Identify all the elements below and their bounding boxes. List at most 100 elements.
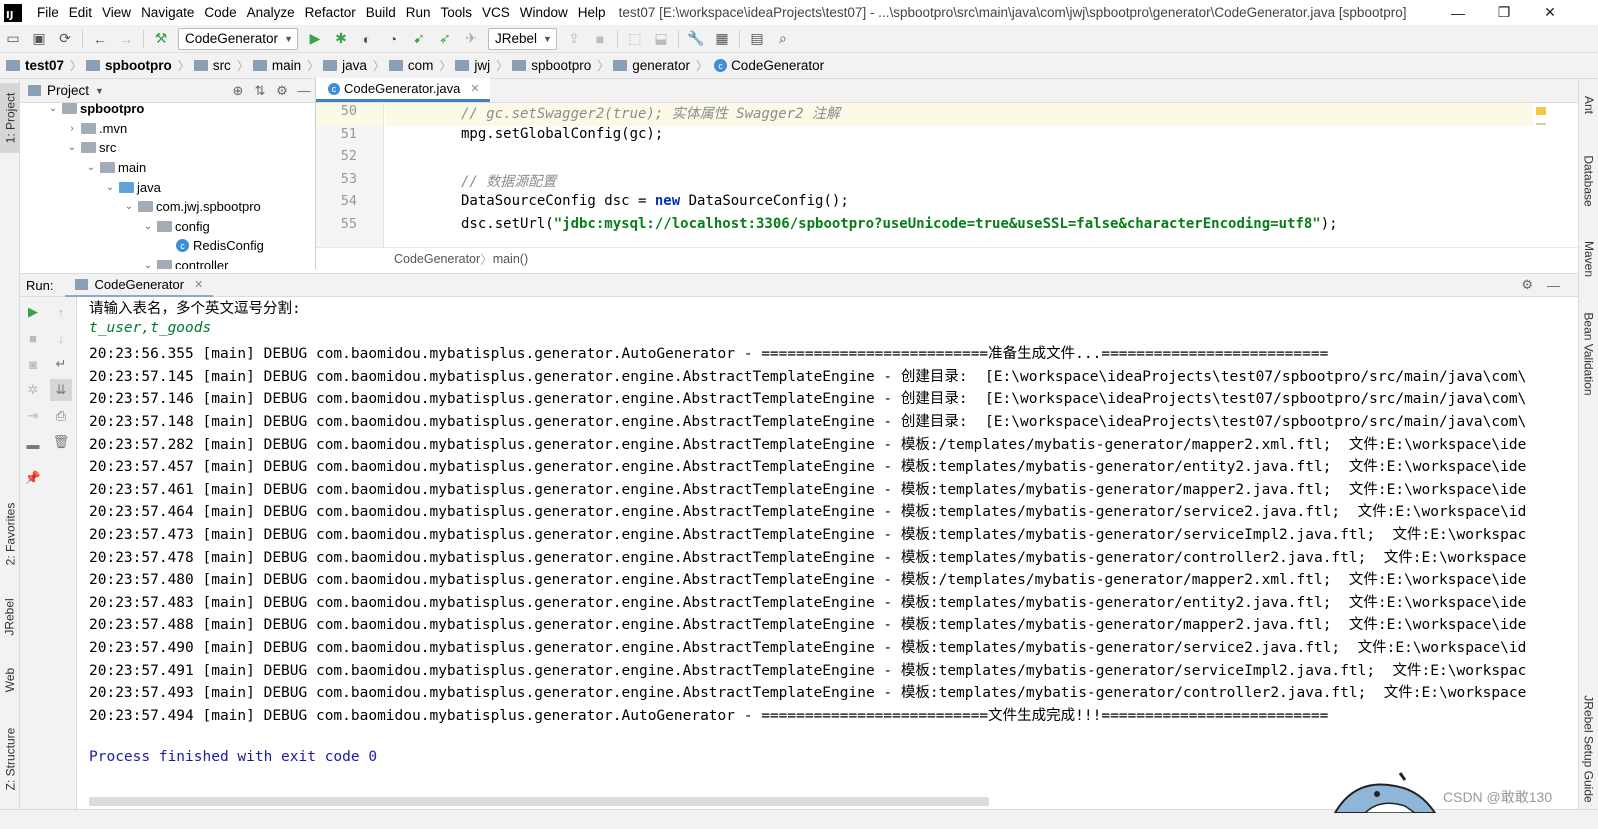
chevron-down-icon[interactable]: ⌄ (103, 182, 117, 193)
wrench-icon[interactable]: 🔧 (685, 28, 707, 50)
rerun-icon[interactable]: ▶ (22, 301, 44, 323)
profile-icon[interactable]: ◔ (382, 28, 404, 50)
menu-item-edit[interactable]: Edit (64, 0, 97, 25)
console-output[interactable]: 请输入表名，多个英文逗号分割: t_user,t_goods 20:23:56.35… (77, 297, 1547, 809)
search-icon[interactable]: ⌕ (772, 28, 794, 50)
chevron-right-icon[interactable]: › (65, 123, 79, 134)
breadcrumb-item-src[interactable]: src 〉 (193, 57, 249, 74)
exit-icon[interactable]: ⇥ (22, 405, 44, 427)
jrebel-run-icon[interactable]: ➹ (408, 28, 430, 50)
chevron-down-icon[interactable]: ⌄ (65, 142, 79, 153)
tab-maven[interactable]: Maven (1579, 229, 1598, 289)
code-line[interactable] (385, 148, 1533, 171)
breadcrumb-item-test07[interactable]: test07 〉 (6, 57, 82, 74)
breadcrumb-item-spbootpro[interactable]: spbootpro 〉 (512, 57, 609, 74)
minimize-button[interactable]: — (1435, 0, 1481, 25)
chevron-down-icon[interactable]: ⌄ (46, 103, 60, 114)
menu-item-tools[interactable]: Tools (436, 0, 478, 25)
menu-item-navigate[interactable]: Navigate (136, 0, 199, 25)
code-line[interactable]: // gc.setSwagger2(true); 实体属性 Swagger2 注… (385, 103, 1533, 126)
tree-item-redisconfig[interactable]: c RedisConfig (20, 236, 315, 256)
up-arrow-icon[interactable]: ↑ (50, 301, 72, 323)
run-config-select[interactable]: CodeGenerator ▼ (178, 27, 298, 50)
menu-item-code[interactable]: Code (199, 0, 241, 25)
chevron-down-icon[interactable]: ⌄ (84, 162, 98, 173)
warning-marker[interactable] (1536, 107, 1546, 115)
breadcrumb-item-generator[interactable]: generator 〉 (613, 57, 708, 74)
camera-icon[interactable]: ◙ (22, 353, 44, 375)
chevron-down-icon[interactable]: ▼ (95, 86, 104, 96)
tab-structure[interactable]: Z: Structure (0, 719, 20, 799)
terminal-icon[interactable]: ▤ (746, 28, 768, 50)
save-all-icon[interactable]: ▣ (28, 28, 50, 50)
tab-web[interactable]: Web (0, 657, 20, 702)
debug-bug-icon[interactable]: ✱ (330, 28, 352, 50)
horizontal-scrollbar[interactable] (89, 797, 989, 806)
build-hammer-icon[interactable]: ⚒ (150, 28, 172, 50)
settings-icon[interactable]: ✲ (22, 379, 44, 401)
menu-item-help[interactable]: Help (573, 0, 611, 25)
tree-item--mvn[interactable]: › .mvn (20, 119, 315, 139)
menu-item-view[interactable]: View (97, 0, 136, 25)
jrebel-debug-icon[interactable]: ➶ (434, 28, 456, 50)
sync-icon[interactable]: ⟳ (54, 28, 76, 50)
menu-item-refactor[interactable]: Refactor (300, 0, 361, 25)
code-line[interactable]: mpg.setGlobalConfig(gc); (385, 126, 1533, 149)
back-icon[interactable]: ← (89, 28, 111, 50)
close-icon[interactable]: ✕ (194, 278, 203, 291)
tab-project[interactable]: 1: Project (0, 83, 20, 153)
tree-item-main[interactable]: ⌄ main (20, 158, 315, 178)
trash-icon[interactable]: 🗑 (50, 431, 72, 453)
tree-item-controller[interactable]: ⌄ controller (20, 256, 315, 269)
chevron-down-icon[interactable]: ⌄ (122, 201, 136, 212)
menu-item-run[interactable]: Run (401, 0, 436, 25)
run-icon[interactable]: ▶ (304, 28, 326, 50)
tree-item-spbootpro[interactable]: ⌄ spbootpro (20, 99, 315, 119)
code-line[interactable]: // 数据源配置 (385, 171, 1533, 194)
tab-bean-validation[interactable]: Bean Validation (1579, 299, 1598, 409)
attach-icon[interactable]: ✈ (460, 28, 482, 50)
breadcrumb-item-spbootpro[interactable]: spbootpro 〉 (86, 57, 190, 74)
tree-item-com-jwj-spbootpro[interactable]: ⌄ com.jwj.spbootpro (20, 197, 315, 217)
menu-item-analyze[interactable]: Analyze (242, 0, 300, 25)
breadcrumb-item-jwj[interactable]: jwj 〉 (455, 57, 508, 74)
tree-item-src[interactable]: ⌄ src (20, 138, 315, 158)
editor-crumb-item[interactable]: main() (493, 252, 528, 266)
stop-icon[interactable]: ■ (22, 327, 44, 349)
jrebel-select[interactable]: JRebel ▼ (487, 27, 557, 50)
update-icon[interactable]: ⇪ (563, 28, 585, 50)
layout-icon[interactable]: ▬ (22, 433, 44, 455)
hide-icon[interactable]: — (1547, 278, 1560, 293)
menu-item-window[interactable]: Window (515, 0, 573, 25)
open-folder-icon[interactable]: ▭ (2, 28, 24, 50)
vcs-commit-icon[interactable]: ⬓ (650, 28, 672, 50)
tab-jrebel[interactable]: JRebel (0, 587, 20, 647)
code-line[interactable]: dsc.setUrl("jdbc:mysql://localhost:3306/… (385, 216, 1533, 239)
ok-marker[interactable] (1536, 123, 1546, 125)
gear-icon[interactable]: ⚙ (271, 83, 293, 99)
collapse-icon[interactable]: ⇅ (249, 83, 271, 99)
close-window-button[interactable]: ✕ (1527, 0, 1573, 25)
project-structure-icon[interactable]: ▦ (711, 28, 733, 50)
scroll-to-end-icon[interactable]: ⇊ (50, 379, 72, 401)
pin-icon[interactable]: 📌 (22, 467, 44, 489)
project-panel-title[interactable]: Project (47, 83, 89, 98)
vcs-update-icon[interactable]: ⬚ (624, 28, 646, 50)
chevron-down-icon[interactable]: ⌄ (141, 260, 155, 269)
forward-icon[interactable]: → (115, 28, 137, 50)
stop-icon[interactable]: ■ (589, 28, 611, 50)
code-area[interactable]: // gc.setSwagger2(true); 实体属性 Swagger2 注… (385, 103, 1533, 247)
editor-crumb-item[interactable]: CodeGenerator (394, 252, 480, 266)
tab-favorites[interactable]: 2: Favorites (0, 494, 20, 574)
chevron-down-icon[interactable]: ⌄ (141, 221, 155, 232)
breadcrumb-item-com[interactable]: com 〉 (388, 57, 451, 74)
console-scrollbar[interactable] (1547, 297, 1578, 809)
hide-icon[interactable]: — (293, 83, 315, 99)
tab-database[interactable]: Database (1579, 141, 1598, 221)
breadcrumb-item-main[interactable]: main 〉 (252, 57, 319, 74)
tab-codegenerator-java[interactable]: c CodeGenerator.java ✕ (316, 78, 490, 102)
tab-jrebel-setup-guide[interactable]: JRebel Setup Guide (1579, 684, 1598, 814)
print-icon[interactable]: ⎙ (50, 405, 72, 427)
menu-item-build[interactable]: Build (361, 0, 401, 25)
close-icon[interactable]: ✕ (470, 82, 479, 95)
